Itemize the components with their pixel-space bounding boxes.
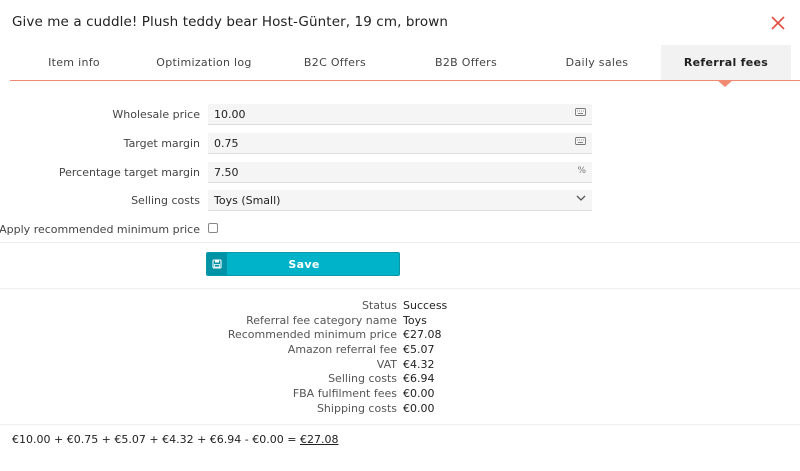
wholesale-price-label: Wholesale price (112, 108, 200, 121)
dialog-header: Give me a cuddle! Plush teddy bear Host-… (0, 0, 800, 45)
close-button[interactable] (768, 13, 788, 33)
result-value: Success (403, 299, 448, 312)
form-divider (0, 242, 800, 243)
selling-costs-select[interactable]: Toys (Small) (208, 190, 592, 211)
referral-fees-dialog: Give me a cuddle! Plush teddy bear Host-… (0, 0, 800, 471)
formula-total: €27.08 (299, 433, 339, 446)
percentage-target-margin-value: 7.50 (214, 166, 239, 179)
result-status: Status Success (0, 299, 800, 314)
percent-suffix: % (577, 166, 586, 176)
result-label: VAT (376, 358, 397, 371)
save-button[interactable]: Save (206, 252, 400, 276)
wholesale-price-input[interactable]: 10.00 (208, 104, 592, 125)
wholesale-price-row: Wholesale price 10.00 (0, 104, 800, 126)
formula-divider (0, 424, 800, 425)
result-value: €0.00 (403, 402, 435, 415)
result-label: Recommended minimum price (227, 328, 397, 341)
result-value: €27.08 (403, 328, 442, 341)
selling-costs-row: Selling costs Toys (Small) (0, 190, 800, 212)
keyboard-icon (575, 137, 586, 148)
target-margin-value: 0.75 (214, 137, 239, 150)
tab-daily-sales[interactable]: Daily sales (534, 45, 660, 80)
result-referral-fee: Amazon referral fee €5.07 (0, 343, 800, 358)
result-min-price: Recommended minimum price €27.08 (0, 328, 800, 343)
result-label: Status (361, 299, 397, 312)
target-margin-input[interactable]: 0.75 (208, 133, 592, 154)
tab-b2c-offers[interactable]: B2C Offers (272, 45, 398, 80)
result-value: €4.32 (403, 358, 435, 371)
tab-b2b-offers[interactable]: B2B Offers (403, 45, 529, 80)
result-label: Amazon referral fee (287, 343, 397, 356)
result-category: Referral fee category name Toys (0, 314, 800, 329)
result-shipping-costs: Shipping costs €0.00 (0, 402, 800, 417)
tab-referral-fees[interactable]: Referral fees (661, 45, 791, 80)
active-tab-indicator (717, 80, 733, 87)
percentage-target-margin-label: Percentage target margin (58, 166, 200, 179)
target-margin-label: Target margin (123, 137, 200, 150)
result-label: Referral fee category name (246, 314, 397, 327)
selling-costs-label: Selling costs (131, 194, 200, 207)
selling-costs-value: Toys (Small) (214, 194, 281, 207)
result-value: €6.94 (403, 372, 435, 385)
apply-min-price-checkbox[interactable] (208, 223, 218, 233)
chevron-down-icon (576, 195, 586, 205)
result-label: Shipping costs (316, 402, 397, 415)
keyboard-icon (575, 108, 586, 119)
result-label: Selling costs (328, 372, 397, 385)
save-button-label: Save (288, 258, 320, 271)
apply-min-price-row: Apply recommended minimum price (0, 219, 800, 241)
result-label: FBA fulfilment fees (292, 387, 397, 400)
result-vat: VAT €4.32 (0, 358, 800, 373)
close-icon (771, 16, 785, 30)
wholesale-price-value: 10.00 (214, 108, 246, 121)
percentage-target-margin-row: Percentage target margin 7.50 % (0, 162, 800, 184)
dialog-title: Give me a cuddle! Plush teddy bear Host-… (12, 14, 449, 30)
price-formula: €10.00 + €0.75 + €5.07 + €4.32 + €6.94 -… (12, 433, 338, 446)
result-selling-costs: Selling costs €6.94 (0, 372, 800, 387)
formula-expression: €10.00 + €0.75 + €5.07 + €4.32 + €6.94 -… (12, 433, 300, 446)
result-fba-fees: FBA fulfilment fees €0.00 (0, 387, 800, 402)
tab-bar: Item info Optimization log B2C Offers B2… (10, 45, 800, 81)
tab-optimization-log[interactable]: Optimization log (141, 45, 267, 80)
result-value: €0.00 (403, 387, 435, 400)
results-divider (0, 288, 800, 289)
result-value: €5.07 (403, 343, 435, 356)
result-value: Toys (403, 314, 427, 327)
tab-item-info[interactable]: Item info (10, 45, 138, 80)
target-margin-row: Target margin 0.75 (0, 133, 800, 155)
percentage-target-margin-input[interactable]: 7.50 % (208, 162, 592, 183)
apply-min-price-label: Apply recommended minimum price (0, 223, 200, 236)
